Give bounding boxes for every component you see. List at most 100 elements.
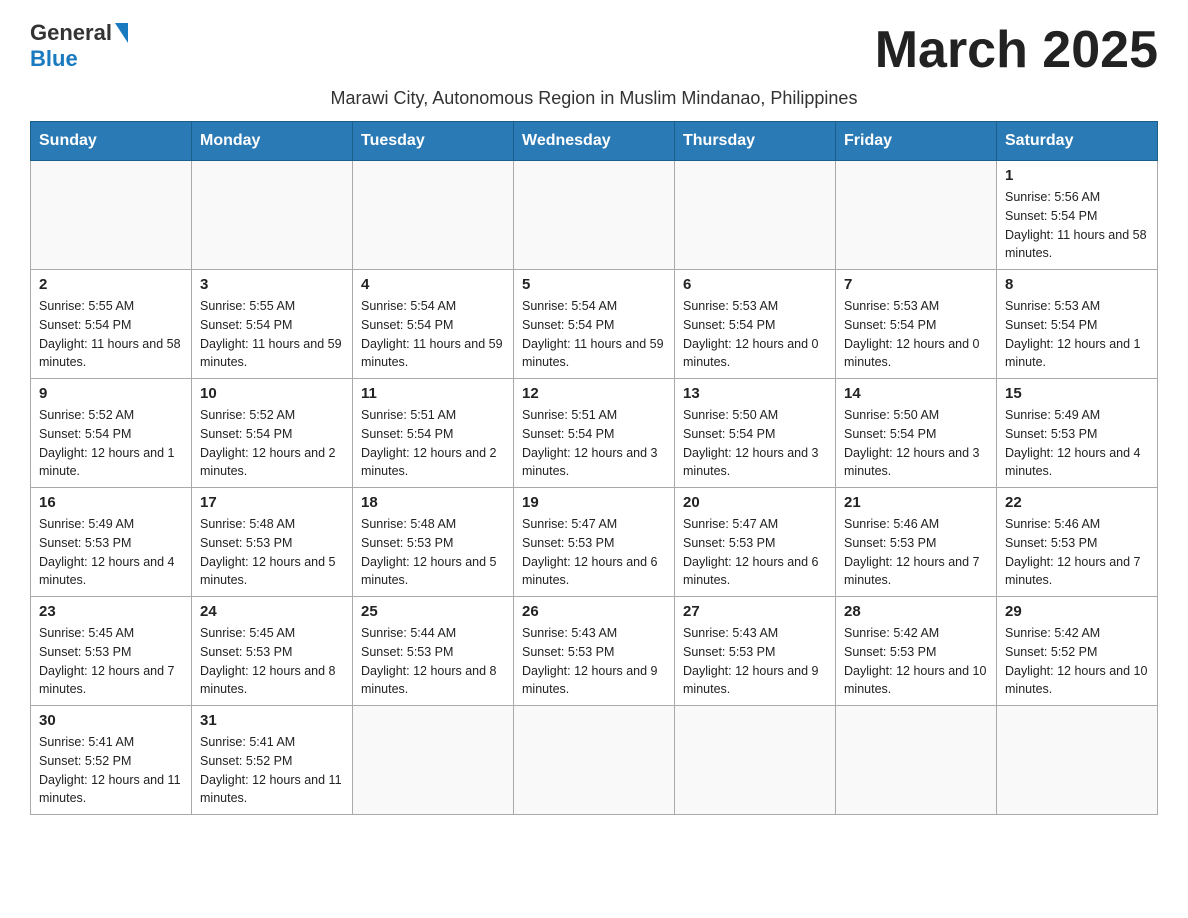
calendar-day-cell: 26Sunrise: 5:43 AMSunset: 5:53 PMDayligh… (514, 597, 675, 706)
day-number: 7 (844, 276, 988, 293)
day-number: 1 (1005, 167, 1149, 184)
weekday-header-tuesday: Tuesday (353, 122, 514, 161)
day-info: Sunrise: 5:52 AMSunset: 5:54 PMDaylight:… (39, 406, 183, 481)
day-number: 26 (522, 603, 666, 620)
day-info: Sunrise: 5:46 AMSunset: 5:53 PMDaylight:… (1005, 515, 1149, 590)
calendar-day-cell: 15 Sunrise: 5:49 AMSunset: 5:53 PMDayligh… (997, 379, 1158, 488)
day-info: Sunrise: 5:45 AMSunset: 5:53 PMDaylight:… (200, 624, 344, 699)
day-number: 8 (1005, 276, 1149, 293)
day-number: 31 (200, 712, 344, 729)
day-number: 22 (1005, 494, 1149, 511)
weekday-header-thursday: Thursday (675, 122, 836, 161)
day-info: Sunrise: 5:55 AMSunset: 5:54 PMDaylight:… (39, 297, 183, 372)
calendar-day-cell: 5 Sunrise: 5:54 AMSunset: 5:54 PMDaylight… (514, 270, 675, 379)
day-number: 19 (522, 494, 666, 511)
calendar-table: SundayMondayTuesdayWednesdayThursdayFrid… (30, 121, 1158, 815)
day-info: Sunrise: 5:54 AMSunset: 5:54 PMDaylight:… (361, 297, 505, 372)
day-info: Sunrise: 5:53 AMSunset: 5:54 PMDaylight:… (1005, 297, 1149, 372)
day-number: 20 (683, 494, 827, 511)
calendar-day-cell: 19 Sunrise: 5:47 AMSunset: 5:53 PMDayligh… (514, 488, 675, 597)
calendar-day-cell: 21Sunrise: 5:46 AMSunset: 5:53 PMDayligh… (836, 488, 997, 597)
day-number: 18 (361, 494, 505, 511)
calendar-day-cell: 6 Sunrise: 5:53 AMSunset: 5:54 PMDaylight… (675, 270, 836, 379)
day-number: 6 (683, 276, 827, 293)
day-number: 2 (39, 276, 183, 293)
calendar-day-cell (31, 161, 192, 270)
day-number: 5 (522, 276, 666, 293)
logo-triangle-icon (115, 23, 128, 43)
calendar-day-cell: 17Sunrise: 5:48 AMSunset: 5:53 PMDayligh… (192, 488, 353, 597)
calendar-day-cell (675, 161, 836, 270)
day-info: Sunrise: 5:45 AMSunset: 5:53 PMDaylight:… (39, 624, 183, 699)
calendar-day-cell: 18Sunrise: 5:48 AMSunset: 5:53 PMDayligh… (353, 488, 514, 597)
logo-general-text: General (30, 20, 112, 46)
logo: General Blue (30, 20, 128, 72)
calendar-day-cell (192, 161, 353, 270)
day-number: 14 (844, 385, 988, 402)
calendar-day-cell: 29 Sunrise: 5:42 AMSunset: 5:52 PMDayligh… (997, 597, 1158, 706)
day-number: 4 (361, 276, 505, 293)
calendar-header-row: SundayMondayTuesdayWednesdayThursdayFrid… (31, 122, 1158, 161)
month-title: March 2025 (875, 20, 1158, 80)
day-info: Sunrise: 5:42 AMSunset: 5:52 PMDaylight:… (1005, 624, 1149, 699)
calendar-day-cell: 20Sunrise: 5:47 AMSunset: 5:53 PMDayligh… (675, 488, 836, 597)
day-info: Sunrise: 5:54 AMSunset: 5:54 PMDaylight:… (522, 297, 666, 372)
day-info: Sunrise: 5:55 AMSunset: 5:54 PMDaylight:… (200, 297, 344, 372)
calendar-week-row: 9 Sunrise: 5:52 AMSunset: 5:54 PMDaylight… (31, 379, 1158, 488)
day-number: 15 (1005, 385, 1149, 402)
day-info: Sunrise: 5:49 AMSunset: 5:53 PMDaylight:… (39, 515, 183, 590)
day-info: Sunrise: 5:49 AMSunset: 5:53 PMDaylight:… (1005, 406, 1149, 481)
calendar-day-cell (514, 161, 675, 270)
day-info: Sunrise: 5:51 AMSunset: 5:54 PMDaylight:… (361, 406, 505, 481)
day-number: 27 (683, 603, 827, 620)
day-number: 10 (200, 385, 344, 402)
day-number: 29 (1005, 603, 1149, 620)
day-number: 12 (522, 385, 666, 402)
calendar-day-cell: 10 Sunrise: 5:52 AMSunset: 5:54 PMDayligh… (192, 379, 353, 488)
weekday-header-saturday: Saturday (997, 122, 1158, 161)
day-number: 23 (39, 603, 183, 620)
weekday-header-friday: Friday (836, 122, 997, 161)
day-number: 17 (200, 494, 344, 511)
calendar-day-cell: 3 Sunrise: 5:55 AMSunset: 5:54 PMDaylight… (192, 270, 353, 379)
calendar-day-cell (353, 161, 514, 270)
calendar-day-cell: 30 Sunrise: 5:41 AMSunset: 5:52 PMDayligh… (31, 706, 192, 815)
day-number: 21 (844, 494, 988, 511)
header: General Blue March 2025 (30, 20, 1158, 80)
day-info: Sunrise: 5:53 AMSunset: 5:54 PMDaylight:… (683, 297, 827, 372)
calendar-day-cell: 31Sunrise: 5:41 AMSunset: 5:52 PMDayligh… (192, 706, 353, 815)
calendar-week-row: 16 Sunrise: 5:49 AMSunset: 5:53 PMDayligh… (31, 488, 1158, 597)
day-info: Sunrise: 5:47 AMSunset: 5:53 PMDaylight:… (522, 515, 666, 590)
calendar-day-cell: 28Sunrise: 5:42 AMSunset: 5:53 PMDayligh… (836, 597, 997, 706)
calendar-day-cell (836, 706, 997, 815)
day-info: Sunrise: 5:41 AMSunset: 5:52 PMDaylight:… (39, 733, 183, 808)
day-number: 9 (39, 385, 183, 402)
calendar-day-cell: 12Sunrise: 5:51 AMSunset: 5:54 PMDayligh… (514, 379, 675, 488)
calendar-day-cell: 2 Sunrise: 5:55 AMSunset: 5:54 PMDaylight… (31, 270, 192, 379)
day-number: 3 (200, 276, 344, 293)
day-info: Sunrise: 5:56 AMSunset: 5:54 PMDaylight:… (1005, 188, 1149, 263)
calendar-day-cell: 16 Sunrise: 5:49 AMSunset: 5:53 PMDayligh… (31, 488, 192, 597)
calendar-week-row: 2 Sunrise: 5:55 AMSunset: 5:54 PMDaylight… (31, 270, 1158, 379)
day-number: 24 (200, 603, 344, 620)
day-number: 16 (39, 494, 183, 511)
day-info: Sunrise: 5:52 AMSunset: 5:54 PMDaylight:… (200, 406, 344, 481)
calendar-day-cell: 7 Sunrise: 5:53 AMSunset: 5:54 PMDaylight… (836, 270, 997, 379)
day-number: 13 (683, 385, 827, 402)
calendar-day-cell: 24 Sunrise: 5:45 AMSunset: 5:53 PMDayligh… (192, 597, 353, 706)
calendar-day-cell: 8 Sunrise: 5:53 AMSunset: 5:54 PMDaylight… (997, 270, 1158, 379)
calendar-day-cell: 1 Sunrise: 5:56 AMSunset: 5:54 PMDaylight… (997, 161, 1158, 270)
calendar-day-cell (514, 706, 675, 815)
calendar-day-cell (836, 161, 997, 270)
calendar-day-cell: 11Sunrise: 5:51 AMSunset: 5:54 PMDayligh… (353, 379, 514, 488)
day-number: 30 (39, 712, 183, 729)
calendar-day-cell: 22 Sunrise: 5:46 AMSunset: 5:53 PMDayligh… (997, 488, 1158, 597)
calendar-day-cell: 14Sunrise: 5:50 AMSunset: 5:54 PMDayligh… (836, 379, 997, 488)
calendar-day-cell: 23 Sunrise: 5:45 AMSunset: 5:53 PMDayligh… (31, 597, 192, 706)
logo-blue-text: Blue (30, 46, 78, 71)
calendar-day-cell: 9 Sunrise: 5:52 AMSunset: 5:54 PMDaylight… (31, 379, 192, 488)
day-info: Sunrise: 5:53 AMSunset: 5:54 PMDaylight:… (844, 297, 988, 372)
calendar-week-row: 1 Sunrise: 5:56 AMSunset: 5:54 PMDaylight… (31, 161, 1158, 270)
day-info: Sunrise: 5:42 AMSunset: 5:53 PMDaylight:… (844, 624, 988, 699)
weekday-header-sunday: Sunday (31, 122, 192, 161)
